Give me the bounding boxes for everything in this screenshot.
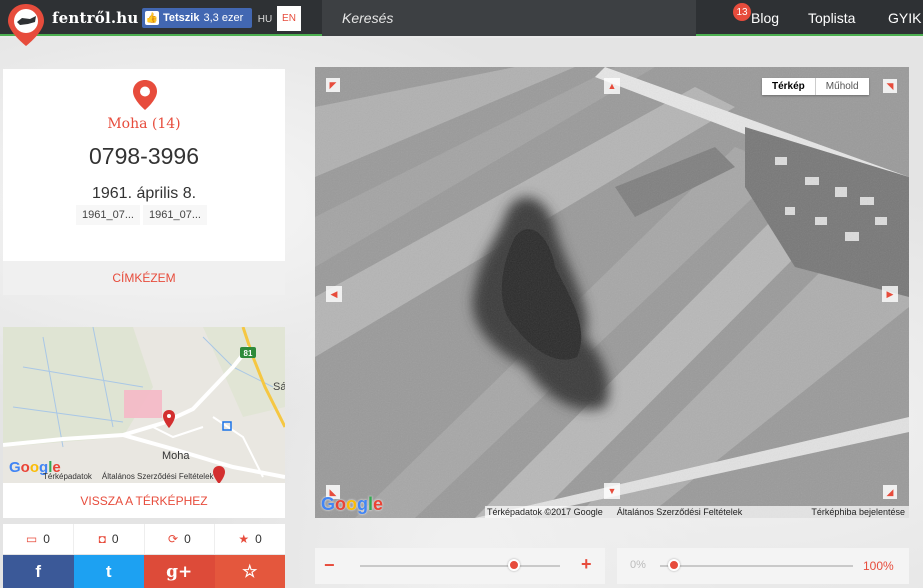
pan-up-arrow-icon[interactable]: ▲: [604, 78, 620, 94]
map-terms-link[interactable]: Általános Szerződési Feltételek: [617, 507, 743, 517]
map-data-attribution: Térképadatok ©2017 Google: [487, 507, 603, 517]
lang-hu-button[interactable]: HU: [254, 8, 276, 30]
brand-name[interactable]: fentről.hu: [52, 9, 138, 27]
opacity-max-label: 100%: [863, 559, 894, 573]
aerial-photo-map[interactable]: ◤ ▲ Térkép Műhold ◥ ◀ ▶ ◣ ▼ ◢ Google Tér…: [315, 67, 909, 518]
add-favorite-button[interactable]: ☆: [214, 555, 285, 588]
map-footer: Térképadatok ©2017 Google Általános Szer…: [485, 506, 909, 518]
map-report-link[interactable]: Térképhiba bejelentése: [811, 507, 909, 517]
opacity-slider-panel: 0% 100%: [617, 548, 909, 584]
mini-map-data-link[interactable]: Térképadatok: [43, 472, 92, 481]
map-type-switcher: Térkép Műhold: [762, 78, 869, 95]
favorites-count: 0: [255, 532, 262, 546]
fb-like-label: Tetszik: [163, 12, 200, 24]
nav-faq-link[interactable]: GYIK: [888, 0, 921, 36]
share-twitter-button[interactable]: t: [73, 555, 144, 588]
opacity-min-label: 0%: [630, 559, 646, 571]
comments-count: 0: [43, 532, 50, 546]
photo-id: 0798-3996: [89, 143, 199, 169]
top-bar: fentről.hu 👍 Tetszik 3,3 ezer HU EN 13 B…: [0, 0, 923, 46]
opacity-slider-knob[interactable]: [667, 559, 680, 571]
search-area: [322, 0, 696, 36]
shares-count: 0: [184, 532, 191, 546]
share-googleplus-button[interactable]: g+: [144, 555, 215, 588]
zoom-slider-track[interactable]: [360, 565, 560, 567]
photo-info-card: Moha (14) 0798-3996 1961. április 8. 196…: [3, 69, 285, 295]
corner-arrow-icon[interactable]: ◤: [326, 78, 340, 92]
repeat-icon: ⟳: [168, 532, 179, 546]
edge-town-label: Sá: [273, 381, 285, 393]
share-facebook-button[interactable]: f: [3, 555, 74, 588]
location-marker-icon: ◘: [98, 532, 106, 546]
pan-down-arrow-icon[interactable]: ▼: [604, 483, 620, 499]
nav-toplist-link[interactable]: Toplista: [808, 0, 855, 36]
pan-right-arrow-icon[interactable]: ▶: [882, 286, 898, 302]
star-icon: ★: [238, 532, 250, 546]
pan-left-arrow-icon[interactable]: ◀: [326, 286, 342, 302]
mini-map-footer: Térképadatok Általános Szerződési Feltét…: [3, 470, 285, 483]
zoom-out-button[interactable]: −: [324, 555, 335, 576]
corner-arrow-icon[interactable]: ◢: [883, 485, 897, 499]
stats-row: ▭ 0 ◘ 0 ⟳ 0 ★ 0: [3, 524, 285, 554]
tag-me-button[interactable]: CÍMKÉZEM: [3, 261, 285, 295]
mini-map[interactable]: 81 Sá Moha Google Térképadatok Általános…: [3, 327, 285, 483]
facebook-like-button[interactable]: 👍 Tetszik 3,3 ezer: [142, 8, 252, 28]
map-type-map-button[interactable]: Térkép: [762, 78, 816, 95]
notification-badge: 13: [733, 3, 751, 21]
search-input[interactable]: [342, 8, 682, 28]
locations-stat[interactable]: ◘ 0: [74, 524, 145, 554]
corner-arrow-icon[interactable]: ◥: [883, 79, 897, 93]
zoom-in-button[interactable]: +: [581, 554, 592, 575]
back-to-map-button[interactable]: VISSZA A TÉRKÉPHEZ: [3, 483, 285, 518]
tag-list: 1961_07... 1961_07...: [76, 205, 207, 225]
comments-stat[interactable]: ▭ 0: [3, 524, 74, 554]
nav-blog-link[interactable]: Blog: [751, 0, 779, 36]
google-logo: Google: [321, 494, 384, 514]
locations-count: 0: [111, 532, 119, 546]
thumbs-up-icon: 👍: [145, 11, 159, 25]
photo-date: 1961. április 8.: [91, 185, 197, 202]
map-pin-icon: [132, 79, 158, 111]
shares-stat[interactable]: ⟳ 0: [145, 524, 216, 554]
comment-icon: ▭: [25, 532, 38, 546]
tag-chip[interactable]: 1961_07...: [143, 205, 207, 225]
favorites-stat[interactable]: ★ 0: [215, 524, 285, 554]
zoom-slider-knob[interactable]: [508, 559, 520, 571]
map-type-satellite-button[interactable]: Műhold: [816, 78, 869, 95]
road-number-label: 81: [244, 349, 253, 358]
place-name-link[interactable]: Moha (14): [3, 116, 285, 132]
aerial-photo: [315, 67, 909, 518]
share-row: f t g+ ☆: [3, 555, 285, 588]
fb-like-count: 3,3 ezer: [203, 12, 244, 24]
zoom-slider-panel: − +: [315, 548, 605, 584]
opacity-slider-track[interactable]: [660, 565, 853, 567]
mini-map-terms-link[interactable]: Általános Szerződési Feltételek: [102, 472, 214, 481]
lang-en-button[interactable]: EN: [277, 6, 301, 31]
logo-icon[interactable]: [6, 2, 46, 48]
tag-chip[interactable]: 1961_07...: [76, 205, 140, 225]
town-label: Moha: [162, 450, 190, 462]
